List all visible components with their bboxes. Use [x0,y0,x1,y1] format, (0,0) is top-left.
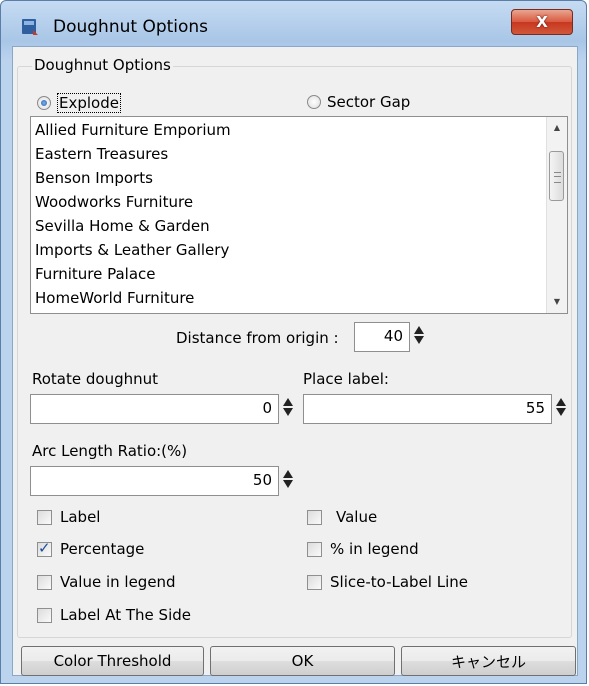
distance-label: Distance from origin : [176,329,339,347]
ok-label: OK [291,652,314,670]
spin-down-icon[interactable] [556,408,566,416]
ok-button[interactable]: OK [210,646,395,676]
cancel-button[interactable]: キャンセル [401,646,576,676]
scroll-thumb[interactable] [549,151,564,201]
cancel-label: キャンセル [450,652,526,671]
checkbox-indicator [37,607,52,623]
app-icon [22,19,38,35]
pct-in-legend-checkbox-text: % in legend [330,540,419,558]
distance-input[interactable]: 40 [354,322,410,352]
place-label-input[interactable]: 55 [303,394,552,424]
rotate-input[interactable]: 0 [30,394,279,424]
value-in-legend-checkbox[interactable]: Value in legend [37,573,176,591]
spin-down-icon[interactable] [283,480,293,488]
sector-gap-radio-indicator [307,95,321,109]
grip-icon [554,172,561,183]
listbox-scrollbar[interactable]: ▲ ▼ [546,117,567,313]
arc-ratio-label: Arc Length Ratio:(%) [32,442,188,460]
checkbox-indicator [307,574,322,590]
slice-to-label-checkbox[interactable]: Slice-to-Label Line [307,573,468,591]
distance-spinner[interactable] [413,325,425,345]
explode-radio-label: Explode [57,93,121,113]
list-item[interactable]: Eastern Treasures [35,145,168,163]
slice-to-label-checkbox-text: Slice-to-Label Line [330,573,468,591]
spin-down-icon[interactable] [283,408,293,416]
list-item[interactable]: Benson Imports [35,169,153,187]
list-item[interactable]: Sevilla Home & Garden [35,217,210,235]
checkbox-indicator [307,541,322,557]
rotate-label: Rotate doughnut [32,370,159,388]
checkbox-indicator [37,574,52,590]
spin-up-icon[interactable] [556,398,566,406]
list-item[interactable]: Imports & Leather Gallery [35,241,229,259]
list-item[interactable]: Woodworks Furniture [35,193,193,211]
place-label-spinner[interactable] [555,397,567,417]
rotate-spinner[interactable] [282,397,294,417]
close-button[interactable]: X [511,9,573,35]
label-checkbox[interactable]: Label [37,508,100,526]
scroll-down-icon[interactable]: ▼ [547,293,567,311]
value-checkbox[interactable]: Value [307,508,377,526]
percentage-checkbox[interactable]: Percentage [37,539,145,558]
spin-down-icon[interactable] [414,336,424,344]
list-item[interactable]: Allied Furniture Emporium [35,121,231,139]
label-checkbox-text: Label [60,508,101,526]
group-label: Doughnut Options [32,56,173,74]
rotate-value: 0 [262,399,272,417]
close-icon: X [536,13,548,31]
explode-radio[interactable]: Explode [37,93,121,113]
list-item[interactable]: HomeWorld Furniture [35,289,194,307]
checkbox-indicator [307,509,322,525]
arc-ratio-value: 50 [252,471,272,489]
title-bar[interactable]: Doughnut Options X [1,1,586,49]
color-threshold-button[interactable]: Color Threshold [21,646,204,676]
arc-ratio-input[interactable]: 50 [30,466,279,496]
scroll-up-icon[interactable]: ▲ [547,119,567,137]
spin-up-icon[interactable] [283,470,293,478]
sector-gap-radio[interactable]: Sector Gap [307,93,410,111]
value-checkbox-text: Value [336,508,378,526]
arc-ratio-spinner[interactable] [282,469,294,489]
list-item[interactable]: Furniture Palace [35,265,156,283]
label-at-side-checkbox[interactable]: Label At The Side [37,606,191,624]
window-title: Doughnut Options [53,17,209,37]
place-label-value: 55 [525,399,545,417]
checkbox-indicator [37,509,52,525]
spin-up-icon[interactable] [414,326,424,334]
distance-value: 40 [383,327,403,345]
explode-radio-indicator [37,96,51,110]
color-threshold-label: Color Threshold [53,652,172,670]
series-listbox[interactable]: Allied Furniture Emporium Eastern Treasu… [30,116,568,314]
percentage-checkbox-text: Percentage [60,540,145,558]
check-icon [37,539,52,557]
spin-up-icon[interactable] [283,398,293,406]
pct-in-legend-checkbox[interactable]: % in legend [307,540,419,558]
label-at-side-checkbox-text: Label At The Side [60,606,191,624]
value-in-legend-checkbox-text: Value in legend [60,573,176,591]
sector-gap-radio-label: Sector Gap [327,93,411,111]
place-label-label: Place label: [303,370,389,388]
